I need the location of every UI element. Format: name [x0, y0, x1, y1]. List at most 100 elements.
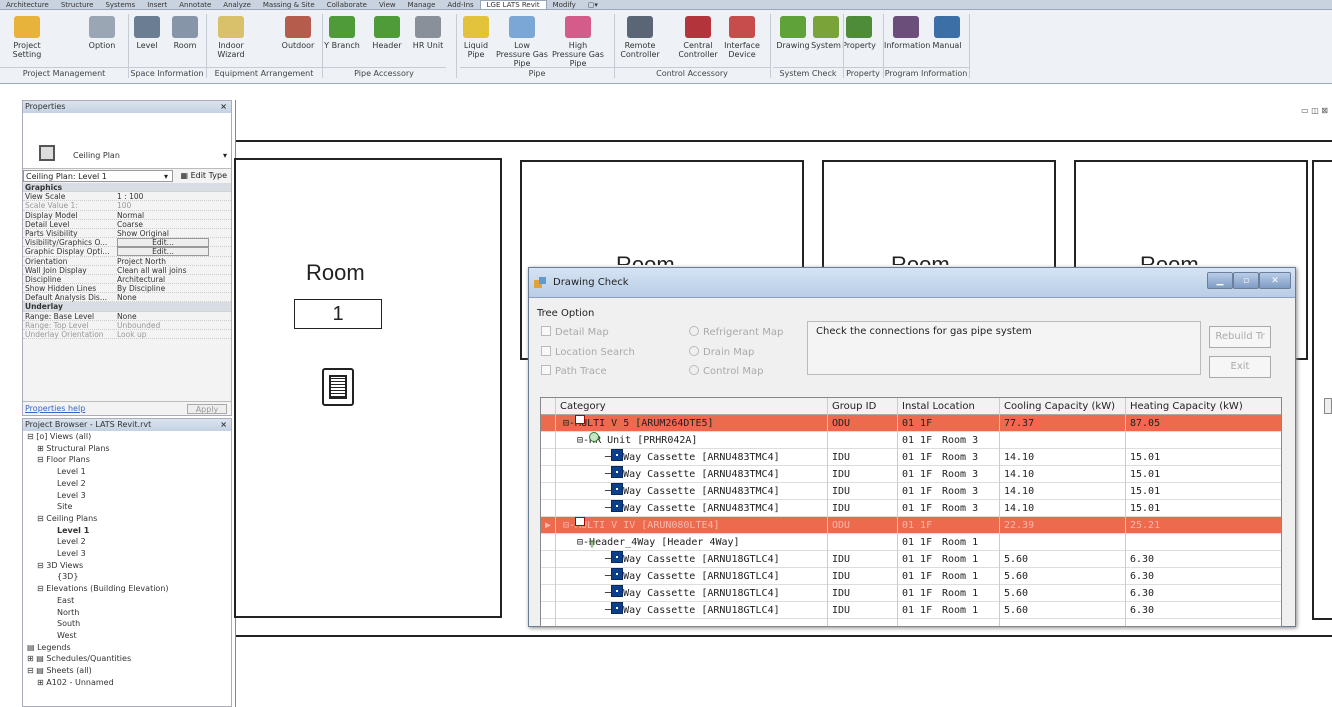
- table-row[interactable]: ─ 4 Way Cassette [ARNU483TMC4] IDU 01 1F Roo…: [541, 449, 1281, 466]
- ribbon-button[interactable]: Indoor Wizard: [206, 12, 256, 72]
- browser-item[interactable]: South: [23, 618, 231, 630]
- table-row[interactable]: ─ 2 Way Cassette [ARNU18GTLC4] IDU 01 1F Roo…: [541, 568, 1281, 585]
- ribbon-tab[interactable]: ▢▾: [582, 1, 604, 9]
- scroll-handle[interactable]: [1324, 398, 1332, 414]
- browser-item[interactable]: Level 2: [23, 478, 231, 490]
- tree-connector[interactable]: ⊟-: [577, 435, 589, 446]
- path-trace-checkbox[interactable]: Path Trace: [541, 365, 607, 377]
- table-row[interactable]: ─ 4 Way Cassette [ARNU483TMC4] IDU 01 1F Roo…: [541, 466, 1281, 483]
- close-icon[interactable]: ×: [220, 101, 227, 113]
- ribbon-button[interactable]: Y Branch: [324, 12, 360, 72]
- col-heating-capacity[interactable]: Heating Capacity (kW): [1130, 398, 1243, 415]
- browser-item[interactable]: North: [23, 607, 231, 619]
- cassette-unit-icon[interactable]: [322, 368, 354, 406]
- ribbon-tab[interactable]: Insert: [141, 1, 173, 9]
- property-value[interactable]: 100: [117, 201, 131, 210]
- ribbon-button[interactable]: High Pressure Gas Pipe: [552, 12, 604, 72]
- ribbon-button[interactable]: Information: [884, 12, 930, 72]
- col-group-id[interactable]: Group ID: [832, 398, 876, 415]
- dialog-title-bar[interactable]: Drawing Check ▁ ▫ ✕: [529, 268, 1295, 298]
- ribbon-button[interactable]: Central Controller: [674, 12, 722, 72]
- browser-item[interactable]: Level 2: [23, 536, 231, 548]
- table-row[interactable]: ⊟- ╥ Header_4Way [Header 4Way] 01 1F Room 1: [541, 534, 1281, 551]
- ribbon-tab[interactable]: Analyze: [217, 1, 257, 9]
- col-category[interactable]: Category: [560, 398, 606, 415]
- control-map-radio[interactable]: Control Map: [689, 365, 763, 377]
- browser-item[interactable]: Level 3: [23, 548, 231, 560]
- property-section[interactable]: Graphics: [23, 183, 231, 193]
- ribbon-button[interactable]: Level: [132, 12, 162, 72]
- apply-button[interactable]: Apply: [187, 404, 227, 414]
- ribbon-tab[interactable]: View: [373, 1, 402, 9]
- table-row[interactable]: ─ 2 Way Cassette [ARNU18GTLC4] IDU 01 1F Roo…: [541, 585, 1281, 602]
- browser-item[interactable]: West: [23, 630, 231, 642]
- exit-button[interactable]: Exit: [1209, 356, 1271, 378]
- ribbon-tab[interactable]: Systems: [99, 1, 141, 9]
- property-value[interactable]: Look up: [117, 330, 146, 339]
- ribbon-button[interactable]: System: [808, 12, 844, 72]
- table-row[interactable]: ⊟- HR Unit [PRHR042A] 01 1F Room 3: [541, 432, 1281, 449]
- view-selector-dropdown[interactable]: Ceiling Plan: Level 1 ▾: [23, 170, 173, 182]
- property-value[interactable]: By Discipline: [117, 284, 165, 293]
- property-value[interactable]: Show Original: [117, 229, 169, 238]
- browser-item[interactable]: {3D}: [23, 571, 231, 583]
- browser-item[interactable]: Site: [23, 501, 231, 513]
- ribbon-button[interactable]: Property: [842, 12, 876, 72]
- ribbon-button[interactable]: Header: [368, 12, 406, 72]
- type-selector[interactable]: Ceiling Plan ▾: [23, 113, 231, 169]
- property-value[interactable]: 1 : 100: [117, 192, 143, 201]
- browser-item[interactable]: Level 1: [23, 466, 231, 478]
- ribbon-button[interactable]: Low Pressure Gas Pipe: [496, 12, 548, 72]
- ribbon-button[interactable]: Project Setting: [2, 12, 52, 72]
- col-install-location[interactable]: Instal Location: [902, 398, 975, 415]
- chevron-down-icon[interactable]: ▾: [223, 151, 227, 160]
- ribbon-button[interactable]: Liquid Pipe: [462, 12, 490, 72]
- ribbon-tab[interactable]: Annotate: [173, 1, 217, 9]
- close-icon[interactable]: ×: [220, 419, 227, 431]
- ribbon-tab[interactable]: Structure: [55, 1, 100, 9]
- table-row[interactable]: ─ 4 Way Cassette [ARNU483TMC4] IDU 01 1F Roo…: [541, 500, 1281, 517]
- tree-connector[interactable]: ⊟-: [563, 418, 575, 429]
- properties-help-link[interactable]: Properties help: [25, 404, 85, 413]
- refrigerant-map-radio[interactable]: Refrigerant Map: [689, 326, 783, 338]
- ribbon-tab[interactable]: Massing & Site: [257, 1, 321, 9]
- property-value[interactable]: Architectural: [117, 275, 165, 284]
- detail-map-checkbox[interactable]: Detail Map: [541, 326, 609, 338]
- browser-item[interactable]: ⊟ Floor Plans: [23, 454, 231, 466]
- tree-connector[interactable]: ⊟-: [577, 537, 589, 548]
- property-section[interactable]: Underlay: [23, 302, 231, 312]
- browser-item[interactable]: ⊞ Structural Plans: [23, 443, 231, 455]
- ribbon-button[interactable]: Interface Device: [722, 12, 762, 72]
- browser-item[interactable]: ⊟ Ceiling Plans: [23, 513, 231, 525]
- tree-connector[interactable]: ⊟-: [563, 520, 575, 531]
- browser-item[interactable]: ⊟ [o] Views (all): [23, 431, 231, 443]
- edit-button[interactable]: Edit...: [117, 238, 209, 248]
- ribbon-button[interactable]: Remote Controller: [616, 12, 664, 72]
- property-value[interactable]: Project North: [117, 257, 166, 266]
- browser-item[interactable]: ⊞ ▤ Schedules/Quantities: [23, 653, 231, 665]
- browser-item[interactable]: East: [23, 595, 231, 607]
- table-row[interactable]: ⊟- MULTI V 5 [ARUM264DTE5] ODU 01 1F 77.37 87…: [541, 415, 1281, 432]
- browser-item[interactable]: Level 1: [23, 525, 231, 537]
- table-row[interactable]: ─ 2 Way Cassette [ARNU18GTLC4] IDU 01 1F Roo…: [541, 551, 1281, 568]
- browser-item[interactable]: ⊟ ▤ Sheets (all): [23, 665, 231, 677]
- ribbon-button[interactable]: Drawing: [776, 12, 810, 72]
- ribbon-tab[interactable]: Manage: [402, 1, 442, 9]
- browser-item[interactable]: ⊟ Elevations (Building Elevation): [23, 583, 231, 595]
- ribbon-button[interactable]: HR Unit: [410, 12, 446, 72]
- browser-item[interactable]: ▤ Legends: [23, 642, 231, 654]
- ribbon-tab[interactable]: Modify: [547, 1, 582, 9]
- edit-type-button[interactable]: ▦ Edit Type: [180, 169, 227, 183]
- col-cooling-capacity[interactable]: Cooling Capacity (kW): [1004, 398, 1115, 415]
- browser-item[interactable]: ⊟ 3D Views: [23, 560, 231, 572]
- table-row[interactable]: ─ 2 Way Cassette [ARNU18GTLC4] IDU 01 1F Roo…: [541, 602, 1281, 619]
- minimize-button[interactable]: ▁: [1207, 272, 1233, 289]
- ribbon-tab[interactable]: LGE LATS Revit: [479, 0, 547, 9]
- maximize-button[interactable]: ▫: [1233, 272, 1259, 289]
- close-button[interactable]: ✕: [1259, 272, 1291, 289]
- table-row[interactable]: ▶ ⊟- MULTI V IV [ARUN080LTE4] ODU 01 1F 22.39…: [541, 517, 1281, 534]
- property-value[interactable]: Clean all wall joins: [117, 266, 187, 275]
- property-value[interactable]: Normal: [117, 211, 144, 220]
- rebuild-tree-button[interactable]: Rebuild Tr: [1209, 326, 1271, 348]
- drain-map-radio[interactable]: Drain Map: [689, 346, 754, 358]
